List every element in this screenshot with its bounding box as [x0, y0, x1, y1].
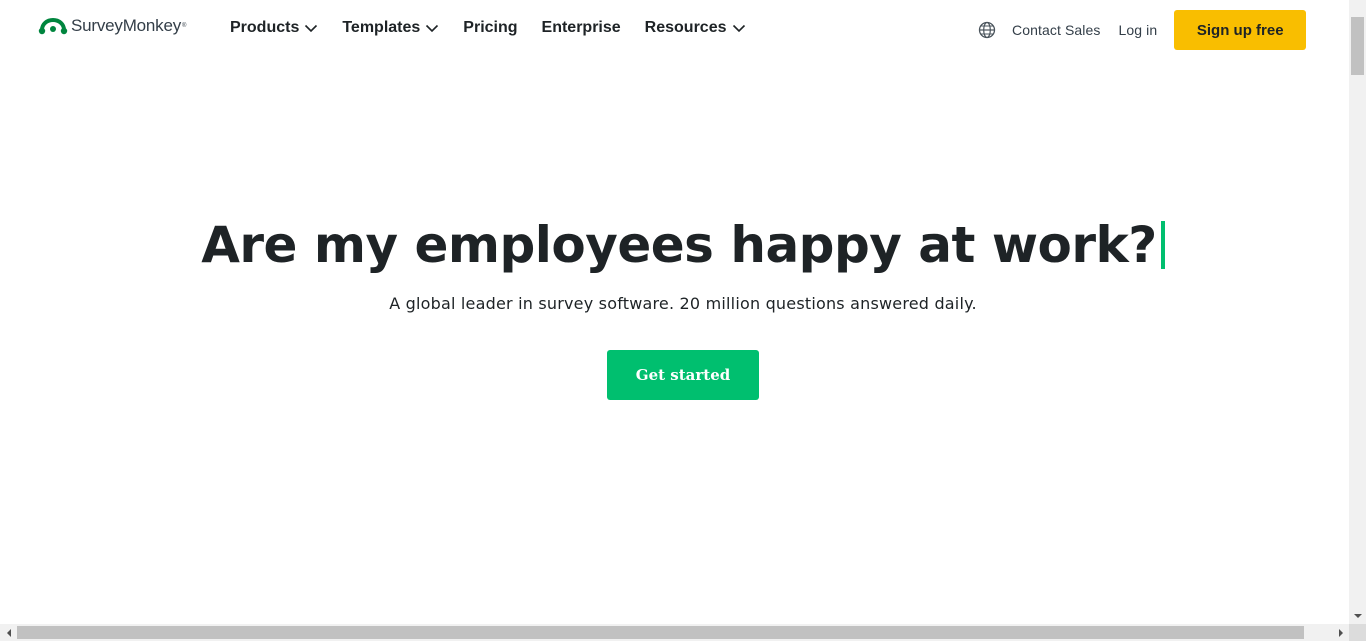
nav-item-templates[interactable]: Templates [342, 19, 439, 37]
page-viewport: SurveyMonkey ® Products Templates Pricin… [0, 0, 1349, 624]
hero-title-text: Are my employees happy at work? [201, 216, 1157, 274]
trademark-symbol: ® [182, 23, 187, 29]
nav-item-products[interactable]: Products [230, 19, 318, 37]
nav-item-label: Pricing [463, 19, 518, 36]
scroll-down-arrow-icon[interactable] [1349, 607, 1366, 624]
hero-subtitle: A global leader in survey software. 20 m… [389, 294, 977, 313]
log-in-link[interactable]: Log in [1118, 22, 1157, 38]
site-header: SurveyMonkey ® Products Templates Pricin… [0, 0, 1349, 60]
nav-item-enterprise[interactable]: Enterprise [542, 19, 621, 37]
scroll-left-arrow-icon[interactable] [0, 624, 17, 641]
nav-item-resources[interactable]: Resources [645, 19, 746, 37]
vertical-scrollbar-thumb[interactable] [1351, 17, 1364, 75]
nav-item-label: Products [230, 19, 300, 36]
contact-sales-link[interactable]: Contact Sales [1012, 22, 1100, 38]
brand-name: SurveyMonkey [71, 16, 182, 35]
main-nav: Products Templates Pricing Enterprise Re… [230, 16, 770, 40]
chevron-down-icon [732, 24, 745, 33]
chevron-down-icon [305, 24, 318, 33]
hero-title: Are my employees happy at work? [201, 210, 1165, 280]
monkey-logo-icon [38, 17, 68, 35]
surveymonkey-logo[interactable]: SurveyMonkey ® [38, 14, 186, 38]
vertical-scrollbar[interactable] [1349, 0, 1366, 624]
nav-item-pricing[interactable]: Pricing [463, 19, 517, 37]
nav-item-label: Resources [644, 19, 727, 36]
horizontal-scrollbar-thumb[interactable] [17, 626, 1304, 639]
nav-item-label: Enterprise [541, 19, 621, 36]
horizontal-scrollbar[interactable] [0, 624, 1349, 641]
chevron-down-icon [426, 24, 439, 33]
scrollbar-corner [1349, 624, 1366, 641]
typing-caret [1160, 221, 1165, 269]
scroll-right-arrow-icon[interactable] [1332, 624, 1349, 641]
hero-section: Are my employees happy at work? A global… [0, 210, 1349, 400]
header-actions: Contact Sales Log in Sign up free [978, 10, 1307, 50]
get-started-button[interactable]: Get started [607, 350, 759, 400]
nav-item-label: Templates [342, 19, 421, 36]
globe-icon[interactable] [978, 21, 996, 39]
sign-up-free-button[interactable]: Sign up free [1174, 10, 1307, 50]
